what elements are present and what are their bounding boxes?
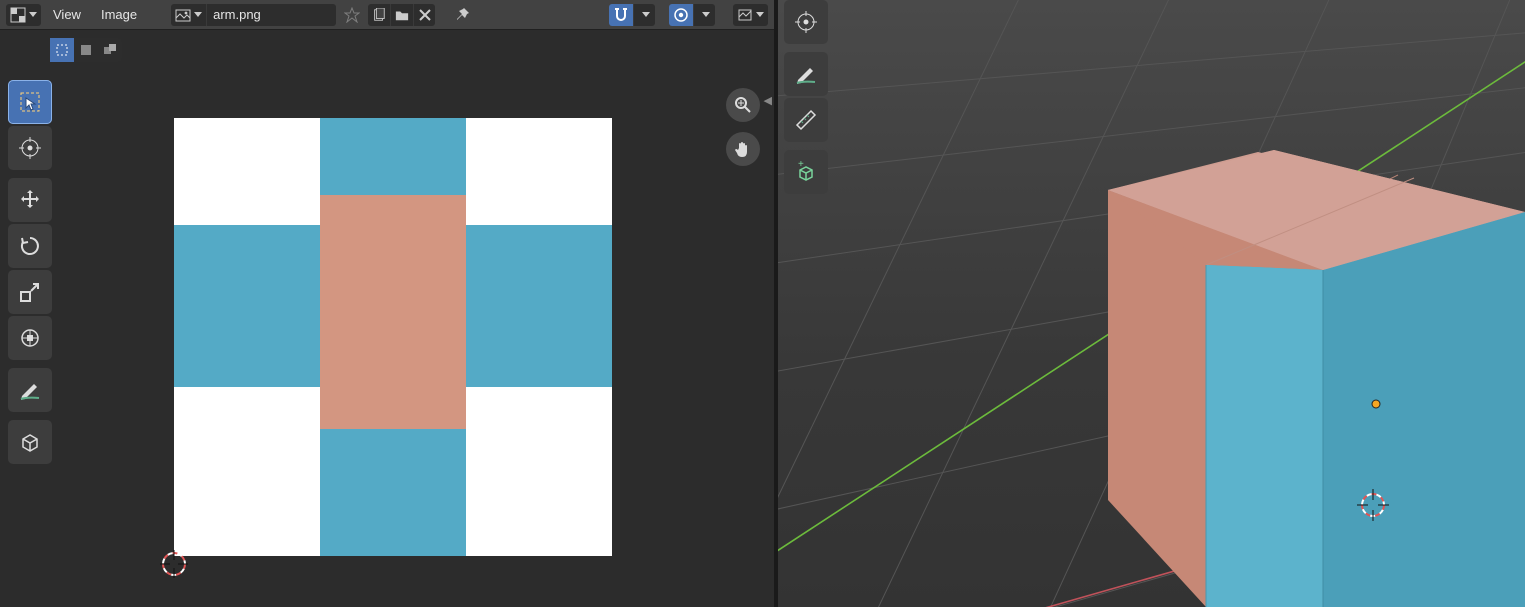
cursor-3d-tool[interactable]	[784, 0, 828, 44]
select-box-tool[interactable]	[8, 80, 52, 124]
scale-tool[interactable]	[8, 270, 52, 314]
mesh-object-clean	[1108, 150, 1525, 607]
overlay-display-dropdown[interactable]	[733, 4, 768, 26]
uv-toolbar	[8, 80, 52, 464]
image-browse-dropdown[interactable]	[171, 4, 206, 26]
annotate-tool[interactable]	[784, 52, 828, 96]
texture-cell	[320, 118, 466, 195]
texture-cell	[174, 387, 320, 556]
new-image-button[interactable]	[368, 4, 390, 26]
texture-cell-center	[320, 195, 466, 429]
unlink-image-button[interactable]	[413, 4, 435, 26]
uv-texture-canvas[interactable]	[174, 118, 612, 556]
proportional-editing-toggle[interactable]	[669, 4, 693, 26]
menu-view[interactable]: View	[45, 4, 89, 26]
uv-image-editor-panel: View Image arm.png	[0, 0, 778, 607]
zoom-button[interactable]	[726, 88, 760, 122]
proportional-editing-dropdown[interactable]	[693, 4, 715, 26]
3d-viewport-panel: +	[778, 0, 1525, 607]
uv-cube-project-tool[interactable]	[8, 420, 52, 464]
pan-button[interactable]	[726, 132, 760, 166]
move-tool[interactable]	[8, 178, 52, 222]
uv-selection-mode	[50, 38, 122, 62]
transform-tool[interactable]	[8, 316, 52, 360]
3d-viewport-canvas[interactable]	[778, 0, 1525, 607]
selected-vertex-icon	[1372, 400, 1380, 408]
uv-nav-buttons	[726, 88, 760, 166]
annotate-tool[interactable]	[8, 368, 52, 412]
uv-snap-dropdown[interactable]	[633, 4, 655, 26]
uv-select-mode-face[interactable]	[98, 38, 122, 62]
texture-cell	[466, 118, 612, 225]
editor-type-dropdown[interactable]	[6, 4, 41, 26]
view3d-toolbar: +	[784, 0, 828, 194]
image-datablock: arm.png	[171, 4, 336, 26]
add-cube-tool[interactable]: +	[784, 150, 828, 194]
uv-editor-header: View Image arm.png	[0, 0, 774, 30]
rotate-tool[interactable]	[8, 224, 52, 268]
texture-cell	[174, 118, 320, 225]
pin-toggle[interactable]	[451, 4, 475, 26]
uv-snap-toggle[interactable]	[609, 4, 633, 26]
image-name-field[interactable]: arm.png	[206, 4, 336, 26]
texture-cell	[466, 225, 612, 387]
uv-select-mode-edge[interactable]	[74, 38, 98, 62]
menu-image[interactable]: Image	[93, 4, 145, 26]
cursor-tool[interactable]	[8, 126, 52, 170]
texture-cell	[466, 387, 612, 556]
texture-cell	[320, 429, 466, 556]
uv-select-mode-vertex[interactable]	[50, 38, 74, 62]
fake-user-toggle[interactable]	[340, 4, 364, 26]
measure-tool[interactable]	[784, 98, 828, 142]
sidebar-collapse-arrow[interactable]: ◀	[764, 94, 772, 107]
texture-cell	[174, 225, 320, 387]
svg-text:+: +	[798, 160, 804, 170]
open-image-button[interactable]	[390, 4, 413, 26]
